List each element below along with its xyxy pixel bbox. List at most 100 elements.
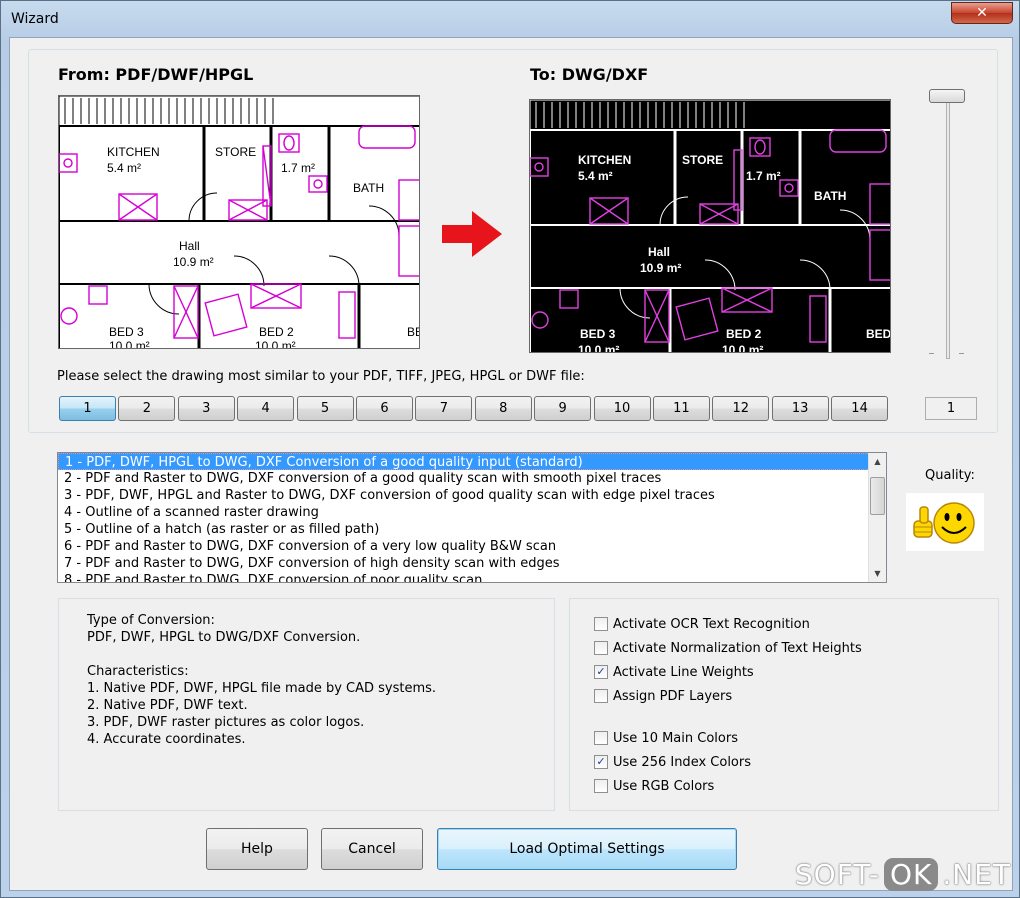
to-heading: To: DWG/DXF (530, 65, 649, 84)
arrow-right-icon (442, 211, 502, 257)
main-colors-label: Use 10 Main Colors (613, 730, 738, 746)
rgb-colors-checkbox[interactable] (594, 779, 608, 793)
window-title: Wizard (11, 11, 59, 27)
from-heading: From: PDF/DWF/HPGL (58, 65, 254, 84)
thumbs-up-smiley-icon (906, 493, 984, 551)
pdf-layers-option[interactable]: Assign PDF Layers (594, 687, 732, 705)
source-bed3-label: BED 3 (109, 325, 144, 339)
close-button[interactable]: ✕ (951, 2, 1013, 24)
drawing-button-13[interactable]: 13 (771, 396, 829, 421)
close-icon: ✕ (976, 5, 988, 21)
drawing-button-7[interactable]: 7 (415, 396, 473, 421)
source-store-label: STORE (215, 145, 256, 159)
watermark-logo: SOFT- OK .NET (795, 858, 1011, 891)
source-drawing-preview: KITCHEN 5.4 m² STORE 1.7 m² BATH Hall 10… (58, 95, 420, 349)
rgb-colors-label: Use RGB Colors (613, 778, 715, 794)
characteristic-item: 2. Native PDF, DWF text. (87, 698, 248, 713)
pdf-layers-checkbox[interactable] (594, 689, 608, 703)
target-floorplan: KITCHEN 5.4 m² STORE 1.7 m² BATH Hall 10… (530, 100, 891, 353)
characteristic-item: 4. Accurate coordinates. (87, 732, 246, 747)
list-scrollbar[interactable]: ▲ ▼ (868, 453, 886, 582)
drawing-button-row: 1 2 3 4 5 6 7 8 9 10 11 12 13 14 (59, 396, 890, 421)
ocr-option[interactable]: Activate OCR Text Recognition (594, 615, 810, 633)
target-bed2-area: 10.0 m² (722, 343, 763, 353)
slider-track[interactable] (946, 97, 950, 359)
load-optimal-settings-button[interactable]: Load Optimal Settings (437, 828, 737, 870)
drawing-button-1[interactable]: 1 (59, 396, 116, 421)
drawing-button-9[interactable]: 9 (534, 396, 592, 421)
drawing-button-5[interactable]: 5 (296, 396, 354, 421)
target-drawing-preview: KITCHEN 5.4 m² STORE 1.7 m² BATH Hall 10… (529, 99, 891, 353)
drawing-button-3[interactable]: 3 (177, 396, 235, 421)
line-weights-label: Activate Line Weights (613, 664, 754, 680)
scroll-up-icon[interactable]: ▲ (869, 453, 886, 470)
drawing-button-11[interactable]: 11 (652, 396, 710, 421)
line-weights-checkbox[interactable]: ✓ (594, 665, 608, 679)
normalize-text-option[interactable]: Activate Normalization of Text Heights (594, 639, 862, 657)
ocr-checkbox[interactable] (594, 617, 608, 631)
source-kitchen-label: KITCHEN (107, 145, 160, 159)
target-hall-area: 10.9 m² (640, 261, 681, 275)
quality-label: Quality: (925, 468, 975, 483)
drawing-button-4[interactable]: 4 (237, 396, 295, 421)
scroll-thumb[interactable] (870, 477, 885, 515)
slider-thumb[interactable] (929, 89, 965, 103)
slider-value-box[interactable]: 1 (925, 397, 977, 420)
help-button[interactable]: Help (206, 828, 308, 870)
source-hall-area: 10.9 m² (173, 255, 214, 269)
characteristic-item: 3. PDF, DWF raster pictures as color log… (87, 715, 365, 730)
drawing-button-14[interactable]: 14 (831, 396, 889, 421)
list-item[interactable]: 3 - PDF, DWF, HPGL and Raster to DWG, DX… (58, 487, 886, 504)
watermark-ok: OK (883, 858, 939, 891)
source-floorplan: KITCHEN 5.4 m² STORE 1.7 m² BATH Hall 10… (59, 96, 420, 349)
list-item[interactable]: 5 - Outline of a hatch (as raster or as … (58, 521, 886, 538)
source-small-area: 1.7 m² (281, 161, 315, 175)
target-bath-label: BATH (814, 189, 846, 203)
list-item[interactable]: 4 - Outline of a scanned raster drawing (58, 504, 886, 521)
conversion-listbox[interactable]: 1 - PDF, DWF, HPGL to DWG, DXF Conversio… (57, 452, 887, 583)
conversion-description-panel: Type of Conversion: PDF, DWF, HPGL to DW… (58, 598, 555, 811)
list-item[interactable]: 6 - PDF and Raster to DWG, DXF conversio… (58, 538, 886, 555)
slider-tick (929, 353, 934, 354)
normalize-text-checkbox[interactable] (594, 641, 608, 655)
main-colors-option[interactable]: Use 10 Main Colors (594, 729, 738, 747)
target-bed3-area: 10.0 m² (578, 343, 619, 353)
watermark-left: SOFT- (794, 858, 880, 891)
target-bed-cut-label: BED (866, 327, 891, 341)
source-bed-cut-label: BE (407, 325, 420, 339)
target-bed3-label: BED 3 (580, 327, 616, 341)
target-store-label: STORE (682, 153, 723, 167)
source-bath-label: BATH (353, 181, 384, 195)
type-heading: Type of Conversion: (87, 613, 215, 628)
cancel-button[interactable]: Cancel (321, 828, 423, 870)
wizard-window: Wizard ✕ From: PDF/DWF/HPGL To: DWG/DXF (0, 0, 1020, 898)
scroll-down-icon[interactable]: ▼ (869, 565, 886, 582)
slider-tick (959, 353, 964, 354)
list-item[interactable]: 8 - PDF and Raster to DWG, DXF conversio… (58, 572, 886, 582)
target-small-area: 1.7 m² (746, 169, 781, 183)
target-kitchen-label: KITCHEN (578, 153, 631, 167)
characteristic-item: 1. Native PDF, DWF, HPGL file made by CA… (87, 681, 437, 696)
index-colors-option[interactable]: ✓ Use 256 Index Colors (594, 753, 751, 771)
line-weights-option[interactable]: ✓ Activate Line Weights (594, 663, 754, 681)
pdf-layers-label: Assign PDF Layers (613, 688, 733, 704)
list-item[interactable]: 2 - PDF and Raster to DWG, DXF conversio… (58, 470, 886, 487)
source-bed3-area: 10.0 m² (109, 339, 150, 349)
source-bed2-label: BED 2 (259, 325, 294, 339)
title-bar[interactable]: Wizard ✕ (1, 1, 1019, 37)
type-value: PDF, DWF, HPGL to DWG/DXF Conversion. (87, 630, 361, 645)
rgb-colors-option[interactable]: Use RGB Colors (594, 777, 714, 795)
drawing-button-12[interactable]: 12 (712, 396, 770, 421)
drawing-button-8[interactable]: 8 (474, 396, 532, 421)
target-kitchen-area: 5.4 m² (578, 169, 613, 183)
source-hall-label: Hall (179, 239, 200, 253)
options-panel: Activate OCR Text Recognition Activate N… (569, 598, 999, 811)
list-item[interactable]: 1 - PDF, DWF, HPGL to DWG, DXF Conversio… (58, 453, 886, 470)
index-colors-checkbox[interactable]: ✓ (594, 755, 608, 769)
drawing-button-2[interactable]: 2 (118, 396, 176, 421)
list-item[interactable]: 7 - PDF and Raster to DWG, DXF conversio… (58, 555, 886, 572)
main-colors-checkbox[interactable] (594, 731, 608, 745)
normalize-text-label: Activate Normalization of Text Heights (613, 640, 862, 656)
drawing-button-10[interactable]: 10 (593, 396, 651, 421)
drawing-button-6[interactable]: 6 (355, 396, 413, 421)
